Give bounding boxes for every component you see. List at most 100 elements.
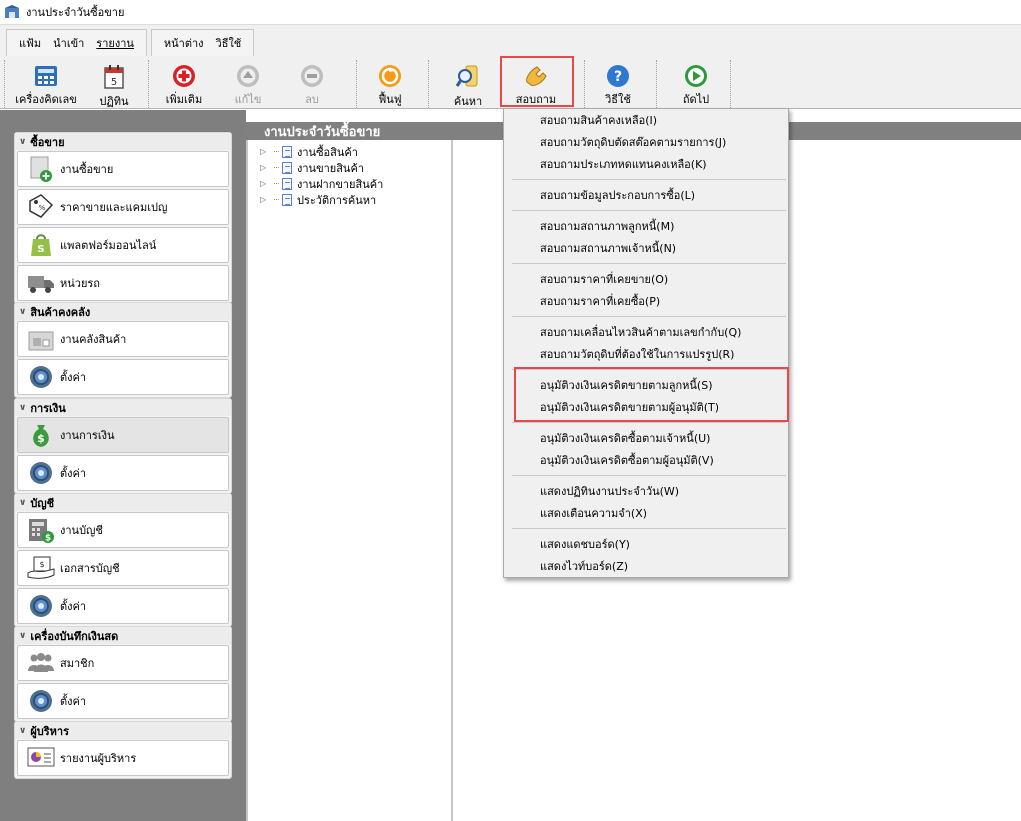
tree-item[interactable]: ▷ ประวัติการค้นหา [260, 192, 376, 207]
menu-bar: แฟ้ม นำเข้า รายงาน หน้าต่าง วิธีใช้ [6, 29, 258, 56]
tree-panel: ▷ งานซื้อสินค้า ▷ งานขายสินค้า ▷ งานฝากขายส… [246, 140, 453, 821]
nav-group-trade: ∨ ซื้อขาย งานซื้อขาย % ราคาขายและแคมเปญ S… [14, 132, 232, 304]
tree-connector [274, 151, 279, 152]
svg-text:5: 5 [111, 77, 117, 88]
menu-item-inquire-serial-movement[interactable]: สอบถามเคลื่อนไหวสินค้าตามเลขกำกับ(Q) [540, 322, 741, 342]
menu-item-show-reminders[interactable]: แสดงเตือนความจำ(X) [540, 503, 647, 523]
delete-label: ลบ [305, 93, 319, 106]
search-button[interactable]: ค้นหา [448, 62, 488, 108]
calendar-label: ปฏิทิน [99, 95, 129, 108]
nav-group-header[interactable]: ∨ การเงิน [15, 399, 231, 416]
menu-item-inquire-past-purchase-price[interactable]: สอบถามราคาที่เคยซื้อ(P) [540, 291, 660, 311]
menu-report[interactable]: รายงาน [96, 34, 134, 52]
add-button[interactable]: เพิ่มเติม [160, 62, 208, 108]
tree-item[interactable]: ▷ งานฝากขายสินค้า [260, 176, 383, 191]
nav-group-header[interactable]: ∨ ผู้บริหาร [15, 722, 231, 739]
menu-item-approve-purchase-credit-approver[interactable]: อนุมัติวงเงินเครดิตซื้อตามผู้อนุมัติ(V) [540, 450, 714, 470]
tree-item[interactable]: ▷ งานซื้อสินค้า [260, 144, 358, 159]
nav-item-finance-work[interactable]: $ งานการเงิน [17, 417, 229, 453]
menu-item-inquire-stock[interactable]: สอบถามสินค้าคงเหลือ(I) [540, 110, 657, 130]
nav-item-label: งานบัญชี [60, 524, 103, 537]
toolbar-separator [730, 60, 731, 108]
ledger-calculator-icon: $ [26, 515, 56, 545]
nav-item-pricing-campaign[interactable]: % ราคาขายและแคมเปญ [17, 189, 229, 225]
window-title: งานประจำวันซื้อขาย [26, 6, 125, 19]
menu-item-inquire-purchase-info[interactable]: สอบถามข้อมูลประกอบการซื้อ(L) [540, 185, 695, 205]
edit-button[interactable]: แก้ไข [228, 62, 268, 108]
menu-item-approve-purchase-credit-creditor[interactable]: อนุมัติวงเงินเครดิตซื้อตามเจ้าหนี้(U) [540, 428, 710, 448]
document-icon [282, 193, 292, 206]
nav-item-finance-settings[interactable]: ตั้งค่า [17, 455, 229, 491]
app-icon [5, 5, 19, 18]
add-document-icon [26, 154, 56, 184]
gear-icon [26, 591, 56, 621]
svg-text:S: S [37, 244, 44, 255]
document-icon [282, 161, 292, 174]
nav-item-cash-register-settings[interactable]: ตั้งค่า [17, 683, 229, 719]
nav-item-accounting-documents[interactable]: $ เอกสารบัญชี [17, 550, 229, 586]
menu-window[interactable]: หน้าต่าง [164, 34, 204, 52]
menu-item-show-whiteboard[interactable]: แสดงไวท์บอร์ด(Z) [540, 556, 628, 576]
nav-group-header[interactable]: ∨ เครื่องบันทึกเงินสด [15, 627, 231, 644]
document-icon [282, 145, 292, 158]
add-label: เพิ่มเติม [165, 93, 203, 106]
inquire-dropdown-menu: สอบถามสินค้าคงเหลือ(I) สอบถามวัตถุดิบตัด… [503, 108, 789, 578]
next-icon [683, 64, 709, 88]
nav-item-online-platform[interactable]: S แพลตฟอร์มออนไลน์ [17, 227, 229, 263]
delete-button[interactable]: ลบ [292, 62, 332, 108]
svg-text:%: % [39, 204, 46, 212]
toolbar-separator [584, 60, 585, 108]
edit-icon [235, 64, 261, 88]
calendar-icon: 5 [101, 64, 127, 90]
shopping-bag-icon: S [26, 230, 56, 260]
next-button[interactable]: ถัดไป [674, 62, 718, 108]
nav-group-header[interactable]: ∨ ซื้อขาย [15, 133, 231, 150]
chevron-up-icon: ∨ [19, 497, 27, 508]
nav-item-members[interactable]: สมาชิก [17, 645, 229, 681]
nav-group-accounting: ∨ บัญชี $ งานบัญชี $ เอกสารบัญชี ตั้งค่า [14, 493, 232, 627]
gear-icon [26, 362, 56, 392]
menu-help[interactable]: วิธีใช้ [216, 34, 242, 52]
expand-arrow-icon[interactable]: ▷ [260, 147, 268, 156]
menu-separator [512, 179, 786, 180]
menu-item-inquire-replacement[interactable]: สอบถามประเภทหดแทนคงเหลือ(K) [540, 154, 707, 174]
nav-item-accounting-work[interactable]: $ งานบัญชี [17, 512, 229, 548]
expand-arrow-icon[interactable]: ▷ [260, 179, 268, 188]
menu-import[interactable]: นำเข้า [53, 34, 84, 52]
menu-item-show-dashboard[interactable]: แสดงแดชบอร์ด(Y) [540, 534, 630, 554]
menu-item-inquire-material-cut[interactable]: สอบถามวัตถุดิบตัดสต๊อคตามรายการ(J) [540, 132, 726, 152]
menu-item-inquire-past-sale-price[interactable]: สอบถามราคาที่เคยขาย(O) [540, 269, 668, 289]
help-button[interactable]: ? วิธีใช้ [598, 62, 638, 108]
restore-button[interactable]: ฟื้นฟู [368, 62, 412, 108]
menu-item-inquire-debtor-status[interactable]: สอบถามสถานภาพลูกหนี้(M) [540, 216, 674, 236]
calendar-button[interactable]: 5 ปฏิทิน [92, 62, 136, 108]
menu-file[interactable]: แฟ้ม [19, 34, 41, 52]
nav-item-label: ตั้งค่า [60, 695, 87, 708]
nav-item-label: งานคลังสินค้า [60, 333, 127, 346]
menu-item-inquire-creditor-status[interactable]: สอบถามสถานภาพเจ้าหนี้(N) [540, 238, 676, 258]
nav-group-title: การเงิน [30, 401, 66, 415]
nav-item-label: รายงานผู้บริหาร [60, 752, 137, 765]
nav-item-vehicle-unit[interactable]: หน่วยรถ [17, 265, 229, 301]
expand-arrow-icon[interactable]: ▷ [260, 163, 268, 172]
nav-item-warehouse[interactable]: งานคลังสินค้า [17, 321, 229, 357]
expand-arrow-icon[interactable]: ▷ [260, 195, 268, 204]
menu-item-show-daily-calendar[interactable]: แสดงปฏิทินงานประจำวัน(W) [540, 481, 679, 501]
truck-icon [26, 268, 56, 298]
minus-icon [299, 64, 325, 88]
help-label: วิธีใช้ [605, 93, 631, 106]
tree-item[interactable]: ▷ งานขายสินค้า [260, 160, 364, 175]
nav-item-trade-work[interactable]: งานซื้อขาย [17, 151, 229, 187]
nav-group-header[interactable]: ∨ สินค้าคงคลัง [15, 303, 231, 320]
calculator-button[interactable]: เครื่องคิดเลข [14, 62, 78, 108]
menu-item-inquire-processing-material[interactable]: สอบถามวัตถุดิบที่ต้องใช้ในการแปรรูป(R) [540, 344, 734, 364]
nav-item-inventory-settings[interactable]: ตั้งค่า [17, 359, 229, 395]
nav-group-inventory: ∨ สินค้าคงคลัง งานคลังสินค้า ตั้งค่า [14, 302, 232, 398]
edit-label: แก้ไข [234, 93, 262, 106]
menu-separator [512, 210, 786, 211]
nav-item-accounting-settings[interactable]: ตั้งค่า [17, 588, 229, 624]
nav-item-executive-report[interactable]: รายงานผู้บริหาร [17, 740, 229, 776]
warehouse-icon [26, 324, 56, 354]
members-icon [26, 648, 56, 678]
nav-group-header[interactable]: ∨ บัญชี [15, 494, 231, 511]
